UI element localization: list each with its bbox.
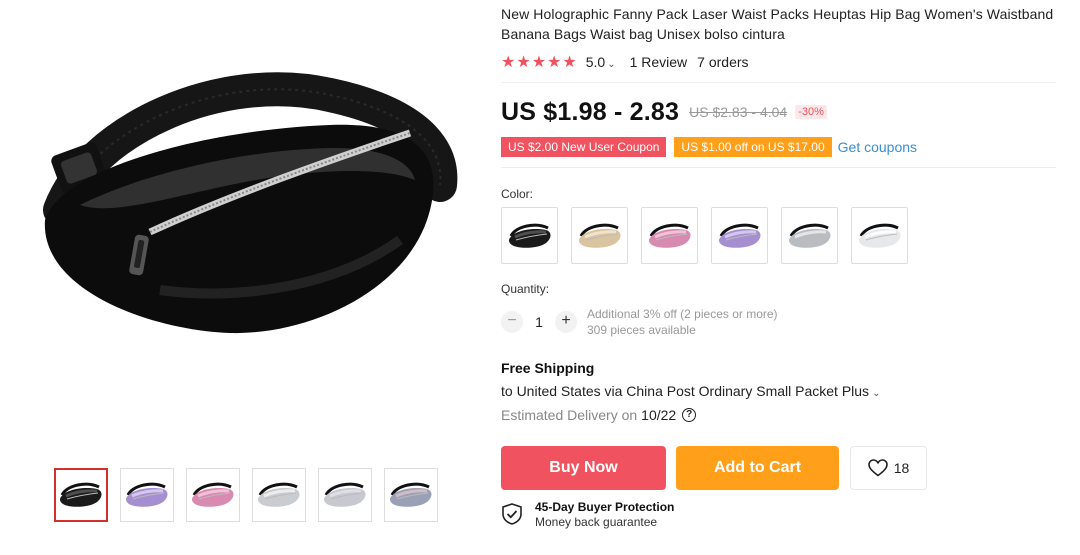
chevron-down-icon: ⌄ <box>607 59 616 70</box>
fanny-pack-icon <box>59 482 102 507</box>
estimated-delivery: Estimated Delivery on 10/22 ? <box>501 407 1061 423</box>
shipping-method-dropdown[interactable]: to United States via China Post Ordinary… <box>501 383 1061 399</box>
quantity-value[interactable]: 1 <box>523 314 555 330</box>
thumb-silver[interactable] <box>252 468 306 522</box>
fanny-pack-icon <box>788 223 830 248</box>
protection-subtitle: Money back guarantee <box>535 515 658 529</box>
fanny-pack-icon <box>578 223 620 248</box>
add-to-cart-button[interactable]: Add to Cart <box>676 446 839 490</box>
protection-title: 45-Day Buyer Protection <box>535 500 675 514</box>
thumb-pink[interactable] <box>186 468 240 522</box>
quantity-note: Additional 3% off (2 pieces or more) 309… <box>587 306 778 338</box>
thumb-model-2[interactable] <box>384 468 438 522</box>
color-swatch-pink[interactable] <box>641 207 698 264</box>
product-info: New Holographic Fanny Pack Laser Waist P… <box>501 0 1061 529</box>
divider <box>501 167 1056 168</box>
shield-check-icon <box>502 503 522 525</box>
divider <box>501 82 1056 83</box>
black-fanny-pack-image <box>43 72 458 334</box>
product-title: New Holographic Fanny Pack Laser Waist P… <box>501 6 1054 42</box>
reviews-link[interactable]: 1 Review <box>630 54 688 70</box>
color-label: Color: <box>501 187 534 201</box>
main-product-image[interactable] <box>0 0 480 440</box>
heart-icon <box>867 459 888 477</box>
discount-badge: -30% <box>795 105 827 119</box>
thumb-purple[interactable] <box>120 468 174 522</box>
star-rating-icon: ★★★★★ <box>501 54 578 71</box>
fanny-pack-icon <box>125 482 168 507</box>
delivery-label: Estimated Delivery on <box>501 407 638 423</box>
fanny-pack-icon <box>323 482 366 507</box>
color-swatch-white[interactable] <box>851 207 908 264</box>
quantity-stepper: − 1 + Additional 3% off (2 pieces or mor… <box>501 306 1061 338</box>
quantity-minus-button[interactable]: − <box>501 311 523 333</box>
color-swatch-silver[interactable] <box>781 207 838 264</box>
get-coupons-link[interactable]: Get coupons <box>838 139 917 155</box>
help-icon[interactable]: ? <box>682 408 697 422</box>
thumbnail-strip <box>54 468 438 522</box>
fanny-pack-icon <box>389 482 432 507</box>
quantity-plus-button[interactable]: + <box>555 311 577 333</box>
shipping-destination: to United States via China Post Ordinary… <box>501 383 870 399</box>
original-price: US $2.83 - 4.04 <box>689 104 788 120</box>
price-row: US $1.98 - 2.83 US $2.83 - 4.04 -30% <box>501 96 1061 128</box>
chevron-down-icon: ⌄ <box>872 388 881 399</box>
bulk-discount-note: Additional 3% off (2 pieces or more) <box>587 307 778 321</box>
fanny-pack-icon <box>718 223 760 248</box>
thumb-model-1[interactable] <box>318 468 372 522</box>
coupon-row: US $2.00 New User Coupon US $1.00 off on… <box>501 136 1061 158</box>
pieces-available: 309 pieces available <box>587 323 696 337</box>
store-coupon[interactable]: US $1.00 off on US $17.00 <box>674 137 832 157</box>
fanny-pack-icon <box>858 223 900 248</box>
buy-now-button[interactable]: Buy Now <box>501 446 666 490</box>
rating-score-dropdown[interactable]: 5.0 ⌄ <box>586 54 616 70</box>
fanny-pack-icon <box>508 223 550 248</box>
fanny-pack-icon <box>257 482 300 507</box>
shipping-title: Free Shipping <box>501 360 595 376</box>
wishlist-button[interactable]: 18 <box>850 446 927 490</box>
color-swatch-purple[interactable] <box>711 207 768 264</box>
thumb-black[interactable] <box>54 468 108 522</box>
orders-count: 7 orders <box>697 54 749 70</box>
color-swatch-gold[interactable] <box>571 207 628 264</box>
fanny-pack-icon <box>648 223 690 248</box>
wishlist-count: 18 <box>893 460 910 476</box>
buyer-protection: 45-Day Buyer Protection Money back guara… <box>501 500 1061 529</box>
fanny-pack-icon <box>191 482 234 507</box>
action-buttons: Buy Now Add to Cart 18 <box>501 446 1061 490</box>
rating-row: ★★★★★ 5.0 ⌄ 1 Review 7 orders <box>501 52 1061 72</box>
delivery-date: 10/22 <box>641 407 677 423</box>
rating-score: 5.0 <box>585 54 606 70</box>
quantity-label: Quantity: <box>501 282 550 296</box>
color-swatches <box>501 207 1061 264</box>
current-price: US $1.98 - 2.83 <box>501 97 680 126</box>
color-swatch-black[interactable] <box>501 207 558 264</box>
new-user-coupon[interactable]: US $2.00 New User Coupon <box>501 137 667 157</box>
